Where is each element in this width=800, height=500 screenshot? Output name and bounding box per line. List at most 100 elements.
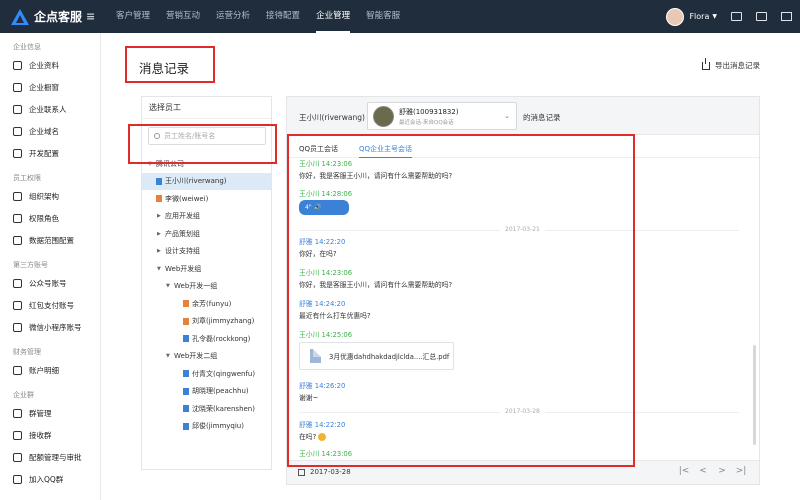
- tree-node[interactable]: 沈晓荣(karenshen): [142, 400, 271, 418]
- employee-tree: ▼ 腾讯公司 王小川(riverwang) 李微(weiwei) ▶ 应用开发组 ▶ 产品策划…: [142, 155, 271, 435]
- tree-node[interactable]: ▶ 设计支持组: [142, 243, 271, 261]
- prev-page-button[interactable]: <: [695, 466, 711, 476]
- tree-node-label: 余芳(funyu): [192, 299, 232, 308]
- person-icon: [183, 370, 189, 378]
- sidebar-group-title: 企业信息: [13, 43, 41, 51]
- person-icon: [183, 300, 189, 308]
- sidebar-item[interactable]: 组织架构: [0, 185, 100, 207]
- sidebar-item[interactable]: 开发配置: [0, 142, 100, 164]
- logo-icon: [11, 8, 29, 25]
- sidebar-item[interactable]: 加入QQ群: [0, 468, 100, 490]
- sidebar-item[interactable]: 权限角色: [0, 207, 100, 229]
- contact-select[interactable]: 舒雅(100931832) 最近会话-来自QQ会话 ⌄: [367, 102, 517, 130]
- sidebar-item-label: 群管理: [29, 408, 52, 418]
- sidebar-item[interactable]: 数据范围配置: [0, 229, 100, 251]
- tree-node[interactable]: ▼ Web开发二组: [142, 348, 271, 366]
- sidebar-item[interactable]: 公众号账号: [0, 272, 100, 294]
- chevron-down-icon: ▼: [166, 353, 170, 360]
- sidebar-item-icon: [13, 104, 22, 114]
- sidebar-item[interactable]: 群管理: [0, 402, 100, 424]
- employee-highlight: [128, 124, 277, 164]
- tree-node[interactable]: ▼ Web开发组: [142, 260, 271, 278]
- tree-node[interactable]: ▶ 产品策划组: [142, 225, 271, 243]
- tree-node[interactable]: 王小川(riverwang): [142, 172, 271, 190]
- sidebar-group-title: 企业群: [13, 391, 34, 399]
- sidebar-item-icon: [13, 278, 22, 288]
- sidebar-item[interactable]: 红包支付账号: [0, 294, 100, 316]
- tree-node[interactable]: 李微(weiwei): [142, 190, 271, 208]
- sidebar-item-label: 企业橱窗: [29, 82, 59, 92]
- nav-item-1[interactable]: 营销互动: [158, 0, 208, 33]
- tree-node[interactable]: 付青文(qingwenfu): [142, 365, 271, 383]
- tree-node-label: 李微(weiwei): [165, 194, 209, 203]
- next-page-button[interactable]: >: [714, 466, 730, 476]
- message-scrollbar[interactable]: [753, 345, 756, 445]
- sidebar-item[interactable]: 企业联系人: [0, 98, 100, 120]
- user-name: Flora: [689, 12, 710, 21]
- tree-node[interactable]: 邱俊(jimmyqiu): [142, 418, 271, 436]
- tree-node[interactable]: 刘章(jimmyzhang): [142, 313, 271, 331]
- user-menu[interactable]: Flora ▼: [666, 0, 792, 33]
- export-icon: [702, 57, 710, 70]
- tree-node-label: 邱俊(jimmyqiu): [192, 422, 244, 431]
- tree-node[interactable]: 胡晓理(peachhu): [142, 383, 271, 401]
- tree-node-label: 应用开发组: [165, 212, 200, 221]
- sidebar-item-icon: [13, 213, 22, 223]
- chevron-down-icon: ▼: [712, 13, 717, 20]
- nav-item-0[interactable]: 客户管理: [108, 0, 158, 33]
- person-icon: [156, 177, 162, 185]
- grid-icon[interactable]: [781, 12, 792, 21]
- tree-node-label: 设计支持组: [165, 247, 200, 256]
- book-icon[interactable]: [756, 12, 767, 21]
- sidebar-item[interactable]: 企业资料: [0, 54, 100, 76]
- first-page-button[interactable]: |<: [676, 466, 692, 476]
- last-page-button[interactable]: >|: [733, 466, 749, 476]
- person-icon: [183, 335, 189, 343]
- sidebar-item[interactable]: 微信小程序账号: [0, 316, 100, 338]
- sidebar-item-label: 组织架构: [29, 191, 59, 201]
- person-icon: [183, 405, 189, 413]
- sidebar-group-title: 员工权限: [13, 174, 41, 182]
- sidebar-item-icon: [13, 452, 22, 462]
- tree-node[interactable]: ▶ 应用开发组: [142, 208, 271, 226]
- mail-icon[interactable]: [731, 12, 742, 21]
- sidebar-item-icon: [13, 300, 22, 310]
- sidebar-item-label: 红包支付账号: [29, 300, 74, 310]
- tree-node[interactable]: ▼ Web开发一组: [142, 278, 271, 296]
- employee-panel-title: 选择员工: [142, 97, 271, 119]
- sidebar-item-label: 权限角色: [29, 213, 59, 223]
- nav-item-3[interactable]: 接待配置: [258, 0, 308, 33]
- tree-node-label: Web开发组: [165, 264, 202, 273]
- brand-logo[interactable]: 企点客服 ≡: [0, 8, 108, 26]
- sidebar-item-icon: [13, 235, 22, 245]
- sidebar-item[interactable]: 账户明细: [0, 359, 100, 381]
- top-nav: 客户管理 营销互动 运营分析 接待配置 企业管理 智能客服: [108, 0, 408, 33]
- footer-date[interactable]: 2017-03-28: [310, 468, 351, 476]
- chevron-right-icon: ▶: [157, 213, 161, 220]
- export-label: 导出消息记录: [715, 61, 760, 70]
- calendar-icon[interactable]: [298, 469, 305, 476]
- sidebar-item[interactable]: 企业橱窗: [0, 76, 100, 98]
- menu-toggle-icon[interactable]: ≡: [86, 10, 95, 23]
- nav-item-5[interactable]: 智能客服: [358, 0, 408, 33]
- nav-item-4[interactable]: 企业管理: [308, 0, 358, 33]
- tree-node-label: 刘章(jimmyzhang): [192, 317, 255, 326]
- export-button[interactable]: 导出消息记录: [702, 57, 760, 71]
- sidebar-item-label: 接收群: [29, 430, 52, 440]
- tree-node[interactable]: 孔令磊(rockkong): [142, 330, 271, 348]
- chat-header: 王小川(riverwang) 与 舒雅(100931832) 最近会话-来自QQ…: [287, 97, 759, 135]
- tree-node-label: 胡晓理(peachhu): [192, 387, 249, 396]
- sidebar-item-icon: [13, 191, 22, 201]
- sidebar-item[interactable]: 接收群: [0, 424, 100, 446]
- sidebar-item[interactable]: 配额管理与审批: [0, 446, 100, 468]
- tree-node-label: 孔令磊(rockkong): [192, 334, 251, 343]
- tree-node[interactable]: 余芳(funyu): [142, 295, 271, 313]
- person-icon: [183, 387, 189, 395]
- nav-item-2[interactable]: 运营分析: [208, 0, 258, 33]
- sidebar-item-icon: [13, 126, 22, 136]
- sidebar-item[interactable]: 企业域名: [0, 120, 100, 142]
- avatar[interactable]: [666, 7, 685, 26]
- chevron-right-icon: ▶: [157, 248, 161, 255]
- person-icon: [156, 195, 162, 203]
- tree-node-label: 沈晓荣(karenshen): [192, 404, 255, 413]
